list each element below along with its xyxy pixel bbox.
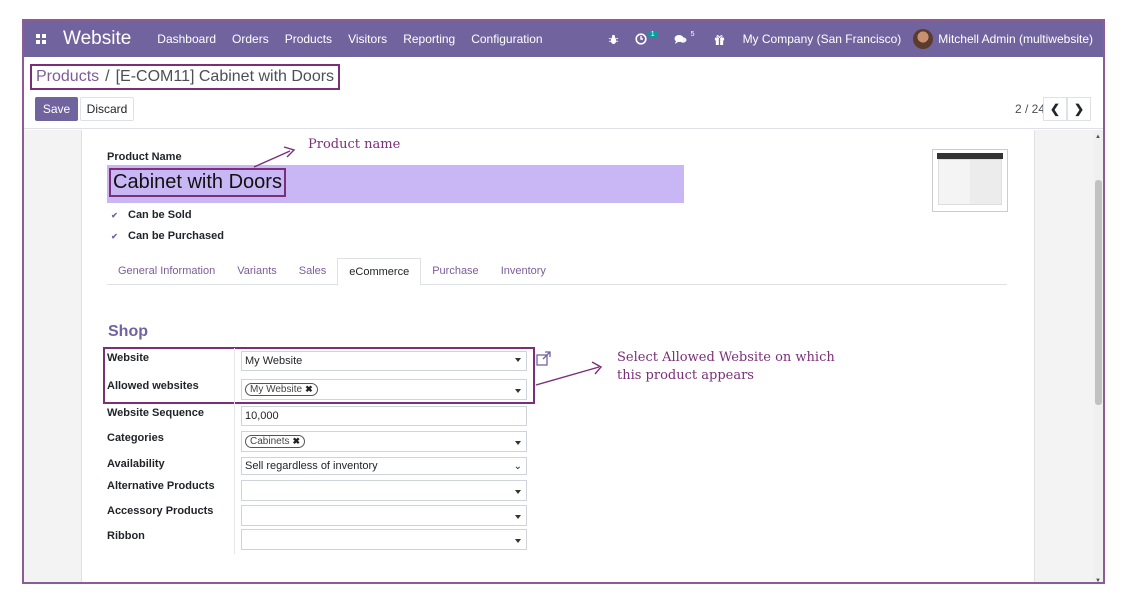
website-label: Website <box>107 352 149 364</box>
tab-ecommerce[interactable]: eCommerce <box>337 258 422 286</box>
caret-down-icon <box>515 358 521 362</box>
activity-count-badge: 1 <box>647 30 658 38</box>
allowed-website-tag-label: My Website <box>250 384 303 395</box>
breadcrumb: Products / [E-COM11] Cabinet with Doors <box>30 64 341 90</box>
tab-general-information[interactable]: General Information <box>107 258 226 284</box>
debug-bug-icon[interactable] <box>600 34 627 45</box>
main-menu: Dashboard Orders Products Visitors Repor… <box>149 21 550 57</box>
chevron-left-icon: ❮ <box>1049 102 1061 116</box>
categories-input[interactable]: Cabinets ✖ <box>241 431 527 452</box>
vertical-scrollbar[interactable]: ▲ ▼ <box>1094 130 1103 582</box>
navbar-systray: 1 5 My Company (San Francisco) Mitchell … <box>600 21 1103 57</box>
pager-previous-button[interactable]: ❮ <box>1043 97 1067 121</box>
top-navbar: Website Dashboard Orders Products Visito… <box>24 21 1103 57</box>
activity-clock-icon[interactable]: 1 <box>627 30 666 45</box>
tab-variants[interactable]: Variants <box>226 258 288 284</box>
external-link-icon[interactable] <box>536 351 551 369</box>
user-avatar[interactable] <box>913 29 934 49</box>
menu-configuration[interactable]: Configuration <box>463 21 550 57</box>
caret-down-icon <box>515 539 521 543</box>
scrollbar-thumb[interactable] <box>1095 180 1102 405</box>
website-sequence-label: Website Sequence <box>107 407 204 419</box>
menu-orders[interactable]: Orders <box>224 21 277 57</box>
menu-products[interactable]: Products <box>277 21 340 57</box>
remove-tag-icon[interactable]: ✖ <box>292 436 300 447</box>
gift-icon[interactable] <box>706 34 733 45</box>
caret-down-icon <box>515 389 521 393</box>
availability-value: Sell regardless of inventory <box>245 460 378 472</box>
breadcrumb-current: [E-COM11] Cabinet with Doors <box>115 68 335 85</box>
scroll-down-arrow-icon[interactable]: ▼ <box>1095 578 1101 582</box>
app-brand[interactable]: Website <box>63 28 131 50</box>
breadcrumb-products-link[interactable]: Products <box>36 68 99 86</box>
scroll-up-arrow-icon[interactable]: ▲ <box>1095 134 1101 140</box>
label-divider <box>234 348 235 554</box>
form-tabs: General Information Variants Sales eComm… <box>107 258 1007 286</box>
messages-chat-icon[interactable]: 5 <box>666 30 706 45</box>
can-be-purchased-checkbox[interactable]: ✔ Can be Purchased <box>110 230 224 242</box>
category-tag[interactable]: Cabinets ✖ <box>245 435 306 448</box>
can-be-purchased-label: Can be Purchased <box>128 230 224 242</box>
shop-section-title: Shop <box>108 323 148 340</box>
caret-down-icon <box>515 441 521 445</box>
product-name-label: Product Name <box>107 151 182 163</box>
company-switcher[interactable]: My Company (San Francisco) <box>733 32 914 46</box>
user-menu[interactable]: Mitchell Admin (multiwebsite) <box>938 32 1103 46</box>
remove-tag-icon[interactable]: ✖ <box>305 384 313 395</box>
accessory-products-input[interactable] <box>241 505 527 526</box>
categories-label: Categories <box>107 432 164 444</box>
form-view-area: Product Name Cabinet with Doors ✔ Can be… <box>24 130 1103 582</box>
tab-purchase[interactable]: Purchase <box>421 258 489 284</box>
chevron-right-icon: ❯ <box>1073 102 1085 116</box>
breadcrumb-separator: / <box>105 68 110 85</box>
control-panel: Products / [E-COM11] Cabinet with Doors … <box>24 57 1103 129</box>
save-button[interactable]: Save <box>35 97 78 121</box>
accessory-products-label: Accessory Products <box>107 505 214 517</box>
form-sheet: Product Name Cabinet with Doors ✔ Can be… <box>81 130 1035 582</box>
app-window: Website Dashboard Orders Products Visito… <box>22 19 1105 584</box>
tab-inventory[interactable]: Inventory <box>490 258 557 284</box>
pager-value: 2 / 24 <box>1014 102 1045 116</box>
menu-reporting[interactable]: Reporting <box>395 21 463 57</box>
alternative-products-input[interactable] <box>241 480 527 501</box>
alternative-products-label: Alternative Products <box>107 480 215 492</box>
discard-button[interactable]: Discard <box>80 97 134 121</box>
product-image[interactable] <box>932 149 1008 212</box>
can-be-sold-checkbox[interactable]: ✔ Can be Sold <box>110 209 192 221</box>
product-name-annotation: Product name <box>308 137 401 152</box>
allowed-website-annotation-line2: this product appears <box>617 368 754 383</box>
can-be-sold-label: Can be Sold <box>128 209 192 221</box>
website-select[interactable]: My Website <box>241 351 527 371</box>
ribbon-input[interactable] <box>241 529 527 550</box>
messages-count-badge: 5 <box>690 30 695 38</box>
website-sequence-input[interactable]: 10,000 <box>241 406 527 426</box>
chevron-down-icon: ⌄ <box>513 461 522 472</box>
allowed-websites-label: Allowed websites <box>107 380 199 392</box>
allowed-websites-input[interactable]: My Website ✖ <box>241 379 527 400</box>
availability-label: Availability <box>107 458 165 470</box>
website-value: My Website <box>245 355 303 367</box>
product-name-value[interactable]: Cabinet with Doors <box>109 168 286 197</box>
availability-select[interactable]: Sell regardless of inventory ⌄ <box>241 457 527 475</box>
caret-down-icon <box>515 515 521 519</box>
pager-next-button[interactable]: ❯ <box>1067 97 1091 121</box>
menu-visitors[interactable]: Visitors <box>340 21 395 57</box>
caret-down-icon <box>515 490 521 494</box>
category-tag-label: Cabinets <box>250 436 290 447</box>
ribbon-label: Ribbon <box>107 530 145 542</box>
checkmark-icon: ✔ <box>111 210 118 220</box>
menu-dashboard[interactable]: Dashboard <box>149 21 224 57</box>
checkmark-icon: ✔ <box>111 231 118 241</box>
allowed-website-annotation-line1: Select Allowed Website on which <box>617 350 835 365</box>
allowed-website-tag[interactable]: My Website ✖ <box>245 383 318 396</box>
website-sequence-value: 10,000 <box>245 410 279 422</box>
tab-sales[interactable]: Sales <box>288 258 338 284</box>
apps-menu-icon[interactable] <box>26 21 56 57</box>
